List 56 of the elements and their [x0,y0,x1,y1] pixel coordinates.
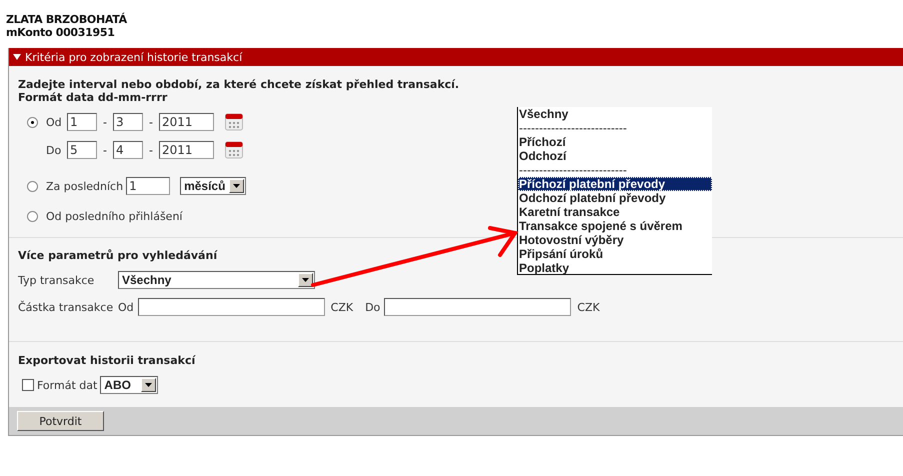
dropdown-field[interactable]: měsíců [180,177,246,195]
radio-button[interactable] [27,180,38,192]
list-option[interactable]: Karetní transakce [518,205,620,219]
amount-field[interactable] [384,298,572,316]
list-option[interactable]: Transakce spojené s úvěrem [518,219,682,233]
dropdown-field[interactable]: Všechny [118,271,315,289]
option-label: Za posledních [46,180,124,192]
field-label: Typ transakce [18,272,96,288]
instructions: Zadejte interval nebo období, za které chcete získat přehled transakcí. [18,78,460,91]
count-field[interactable]: 1 [126,177,170,195]
amount-field[interactable] [138,298,325,316]
currency-label: CZK [577,300,600,314]
checkbox[interactable] [22,379,34,391]
day-field[interactable]: 1 [67,113,97,131]
calendar-icon[interactable] [224,113,243,131]
date-separator: - [148,144,153,156]
separator-option[interactable]: --------------------------- [518,163,627,177]
date-separator: - [103,116,107,128]
caret-icon[interactable] [13,54,21,60]
year-field[interactable]: 2011 [158,113,214,131]
list-option[interactable]: Připsání úroků [518,247,604,261]
list-option[interactable]: Odchozí [518,149,566,163]
calendar-icon[interactable] [224,141,243,159]
date-separator: - [148,116,153,128]
option-label: Od posledního přihlášení [46,210,182,222]
date-separator: - [103,144,107,156]
from-label: Od [118,300,134,314]
date-label: Od [46,116,63,128]
list-option[interactable]: Příchozí platební převody [518,177,712,191]
separator-option[interactable]: --------------------------- [518,121,627,135]
month-field[interactable]: 4 [112,141,143,159]
day-field[interactable]: 5 [67,141,97,159]
month-field[interactable]: 3 [112,113,143,131]
list-option[interactable]: Poplatky [518,261,570,275]
currency-label: CZK [330,300,354,314]
account-number: mKonto 00031951 [6,26,115,39]
dropdown-list[interactable] [517,107,712,275]
checkbox-label: Formát dat [37,378,98,392]
list-option[interactable]: Příchozí [518,135,566,149]
confirm-button[interactable]: Potvrdit [17,411,104,431]
section-title: Více parametrů pro vyhledávání [18,249,218,262]
date-label: Do [46,144,62,156]
list-option[interactable]: Odchozí platební převody [518,191,666,205]
panel-title: Kritéria pro zobrazení historie transakcí [25,50,242,64]
dropdown-field[interactable]: ABO [100,376,158,394]
to-label: Do [365,300,380,314]
section-title: Exportovat historii transakcí [18,354,196,367]
format-hint: Formát data dd-mm-rrrr [18,91,168,104]
list-option[interactable]: Všechny [518,107,568,121]
list-option[interactable]: Hotovostní výběry [518,233,624,247]
year-field[interactable]: 2011 [158,141,214,159]
account-holder: ZLATA BRZOBOHATÁ [6,13,127,26]
radio-button[interactable] [27,116,38,128]
field-label: Částka transakce [18,300,114,314]
radio-button[interactable] [27,210,38,222]
panel-header[interactable]: Kritéria pro zobrazení historie transakcí [9,48,903,66]
